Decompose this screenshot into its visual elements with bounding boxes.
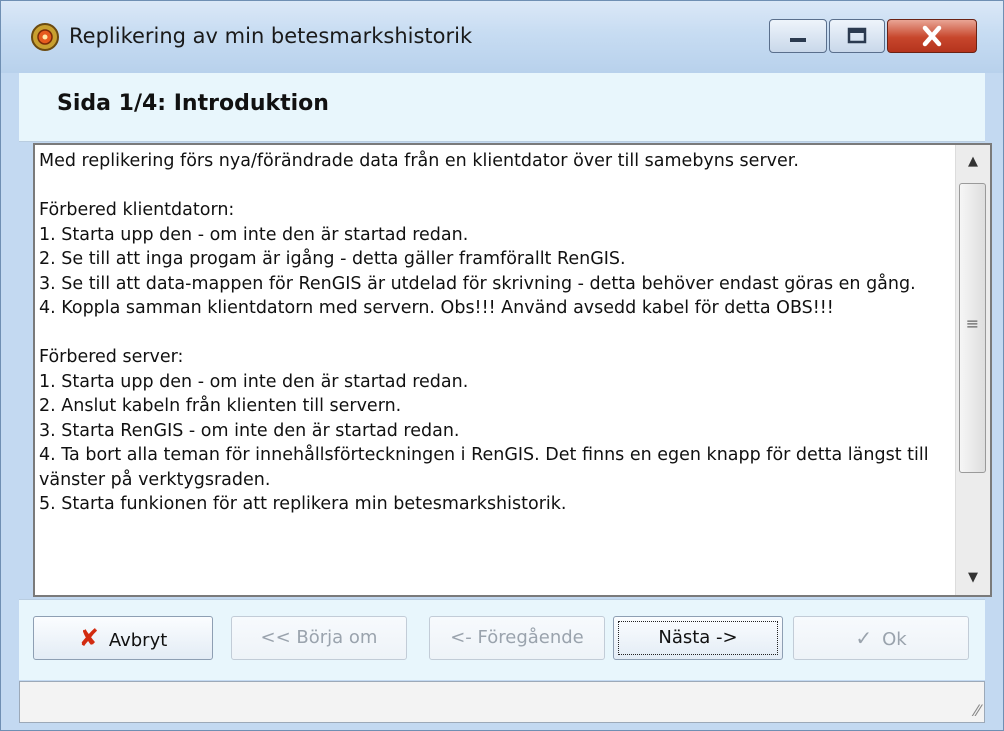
maximize-button[interactable] — [829, 19, 885, 53]
checkmark-icon: ✓ — [855, 626, 873, 650]
minimize-icon — [790, 38, 806, 42]
resize-grip-icon[interactable]: ⁄⁄ — [975, 701, 980, 720]
button-bar: ✘ Avbryt << Börja om <- Föregående Nästa … — [19, 599, 985, 680]
status-bar: ⁄⁄ — [19, 681, 985, 723]
ok-label: Ok — [882, 629, 907, 650]
restart-button[interactable]: << Börja om — [231, 616, 407, 660]
cancel-button[interactable]: ✘ Avbryt — [33, 616, 213, 660]
wizard-window: Replikering av min betesmarkshistorik Si… — [0, 0, 1004, 731]
scroll-down-arrow-icon[interactable]: ▼ — [956, 561, 990, 595]
minimize-button[interactable] — [769, 19, 827, 53]
cancel-label: Avbryt — [108, 630, 168, 651]
window-title: Replikering av min betesmarkshistorik — [69, 24, 473, 48]
vertical-scrollbar[interactable]: ▲ ≡ ▼ — [955, 145, 990, 595]
next-label: Nästa -> — [658, 627, 738, 648]
scroll-up-arrow-icon[interactable]: ▲ — [956, 145, 990, 179]
next-button[interactable]: Nästa -> — [613, 616, 783, 660]
ok-button[interactable]: ✓ Ok — [793, 616, 969, 660]
close-icon — [922, 25, 942, 47]
previous-label: <- Föregående — [450, 627, 584, 648]
title-bar[interactable]: Replikering av min betesmarkshistorik — [1, 1, 1003, 73]
restart-label: << Börja om — [260, 627, 378, 648]
instructions-text: Med replikering förs nya/förändrade data… — [39, 151, 929, 514]
app-icon — [31, 23, 59, 51]
maximize-icon — [847, 27, 867, 44]
cancel-x-icon: ✘ — [78, 624, 99, 652]
page-title: Sida 1/4: Introduktion — [57, 91, 329, 116]
previous-button[interactable]: <- Föregående — [429, 616, 605, 660]
scroll-thumb[interactable]: ≡ — [959, 183, 986, 473]
page-header: Sida 1/4: Introduktion — [19, 73, 985, 142]
grip-icon: ≡ — [965, 314, 980, 333]
instructions-textbox[interactable]: Med replikering förs nya/förändrade data… — [33, 143, 992, 597]
close-button[interactable] — [887, 19, 977, 53]
